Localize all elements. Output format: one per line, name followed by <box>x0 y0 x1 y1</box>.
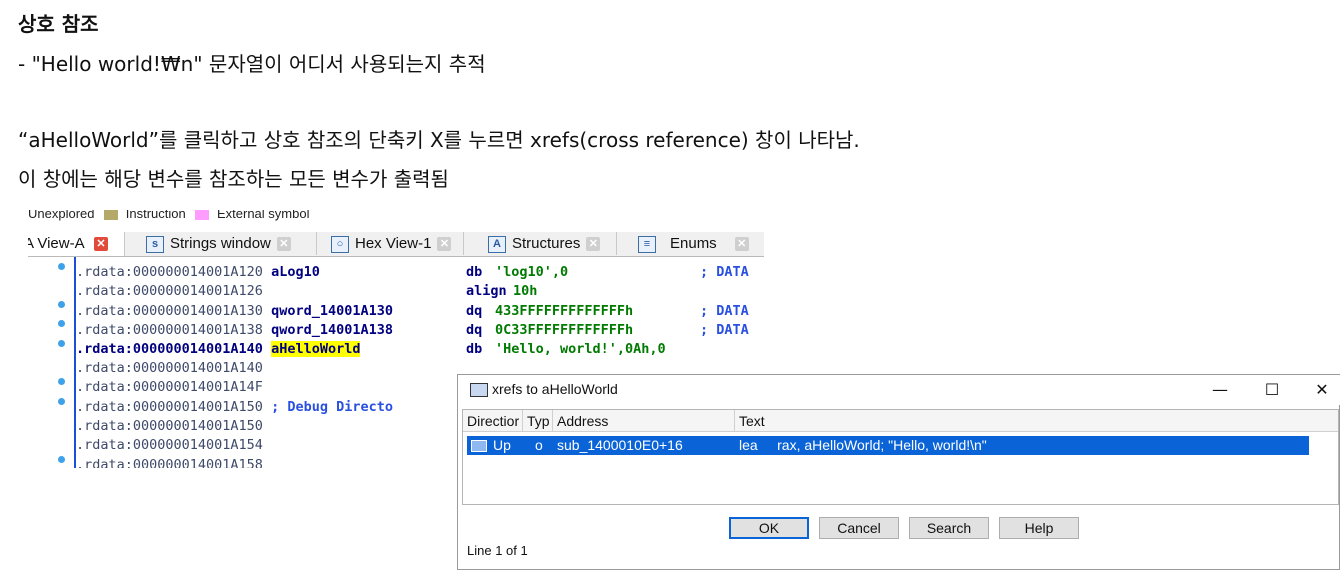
hex-icon: ○ <box>331 235 349 253</box>
doc-line-2: “aHelloWorld”를 클릭하고 상호 참조의 단축키 X를 누르면 xr… <box>18 128 860 152</box>
code-line[interactable]: .rdata:000000014001A120 aLog10 db'log10',… <box>76 263 749 282</box>
col-direction[interactable]: Directior <box>463 410 523 432</box>
tab-ida-view[interactable]: A View-A ✕ <box>28 232 125 256</box>
breakpoint-dot[interactable] <box>58 340 65 347</box>
tab-enums[interactable]: ≡ Enums ✕ <box>630 232 764 255</box>
tab-structures[interactable]: A Structures ✕ <box>480 232 617 255</box>
structures-icon: A <box>488 235 506 253</box>
search-button[interactable]: Search <box>909 517 989 539</box>
xrefs-window-icon <box>470 383 488 397</box>
cancel-button[interactable]: Cancel <box>819 517 899 539</box>
col-type[interactable]: Typ <box>523 410 553 432</box>
enums-icon: ≡ <box>638 235 656 253</box>
breakpoint-dot[interactable] <box>58 263 65 270</box>
status-line: Line 1 of 1 <box>467 543 528 558</box>
tab-bar: A View-A ✕ s Strings window ✕ ○ Hex View-1 ✕… <box>28 232 764 257</box>
tab-label: Structures <box>512 235 581 252</box>
close-icon[interactable]: ✕ <box>93 237 108 252</box>
close-icon[interactable]: ✕ <box>276 237 291 252</box>
ok-button[interactable]: OK <box>729 517 809 539</box>
tab-label: A View-A <box>28 235 84 252</box>
code-line[interactable]: .rdata:000000014001A150 <box>76 417 263 436</box>
breakpoint-dot[interactable] <box>58 301 65 308</box>
code-line[interactable]: .rdata:000000014001A126 align 10h <box>76 282 537 301</box>
legend-instruction-swatch <box>104 210 119 220</box>
col-address[interactable]: Address <box>553 410 735 432</box>
code-line[interactable]: .rdata:000000014001A130 qword_14001A130 d… <box>76 302 749 321</box>
xrefs-table[interactable]: Directior Typ Address Text Up o sub_1400… <box>462 409 1339 505</box>
close-icon[interactable]: ✕ <box>437 237 452 252</box>
code-line-selected[interactable]: .rdata:000000014001A140 aHelloWorld db 'He… <box>76 340 666 359</box>
xrefs-dialog: xrefs to aHelloWorld — ☐ ✕ Directior Typ… <box>457 374 1340 570</box>
code-line[interactable]: .rdata:000000014001A150 ; Debug Directo <box>76 398 393 417</box>
breakpoint-dot[interactable] <box>58 398 65 405</box>
code-line[interactable]: .rdata:000000014001A14F <box>76 378 263 397</box>
strings-icon: s <box>146 235 164 253</box>
help-button[interactable]: Help <box>999 517 1079 539</box>
close-icon[interactable]: ✕ <box>734 237 749 252</box>
cell-text: lea rax, aHelloWorld; "Hello, world!\n" <box>739 437 987 453</box>
tab-label: Hex View-1 <box>355 235 432 252</box>
cell-direction: Up <box>467 436 527 455</box>
dialog-title-bar[interactable]: xrefs to aHelloWorld — ☐ ✕ <box>458 375 1340 405</box>
close-icon[interactable]: ✕ <box>586 237 601 252</box>
table-row[interactable]: Up o sub_1400010E0+16 lea rax, aHelloWor… <box>467 436 1309 455</box>
code-line[interactable]: .rdata:000000014001A154 <box>76 436 263 455</box>
code-line[interactable]: .rdata:000000014001A140 <box>76 359 263 378</box>
tab-strings-window[interactable]: s Strings window ✕ <box>138 232 317 255</box>
breakpoint-dot[interactable] <box>58 320 65 327</box>
xref-row-icon <box>471 440 487 453</box>
maximize-icon[interactable]: ☐ <box>1258 379 1286 401</box>
legend-external: External symbol <box>216 210 310 221</box>
breakpoint-dot[interactable] <box>58 456 65 463</box>
dialog-title: xrefs to aHelloWorld <box>492 381 618 397</box>
cell-address: sub_1400010E0+16 <box>557 437 683 453</box>
ahelloworld-label[interactable]: aHelloWorld <box>271 341 361 357</box>
legend-unexplored: Unexplored <box>28 210 95 221</box>
legend-external-swatch <box>195 210 210 220</box>
color-legend: Unexplored Instruction External symbol <box>28 210 764 223</box>
section-heading: 상호 참조 <box>18 12 99 36</box>
doc-line-3: 이 창에는 해당 변수를 참조하는 모든 변수가 출력됨 <box>18 167 449 191</box>
code-line[interactable]: .rdata:000000014001A158 <box>76 456 263 468</box>
tab-hex-view[interactable]: ○ Hex View-1 ✕ <box>323 232 464 255</box>
tab-label: Enums <box>670 235 717 252</box>
close-icon[interactable]: ✕ <box>1308 379 1336 401</box>
col-text[interactable]: Text <box>735 410 1338 432</box>
tab-label: Strings window <box>170 235 271 252</box>
minimize-icon[interactable]: — <box>1206 379 1234 401</box>
legend-instruction: Instruction <box>125 210 186 221</box>
doc-line-1: - "Hello world!₩n" 문자열이 어디서 사용되는지 추적 <box>18 52 486 76</box>
breakpoint-dot[interactable] <box>58 378 65 385</box>
code-line[interactable]: .rdata:000000014001A138 qword_14001A138 d… <box>76 321 749 340</box>
